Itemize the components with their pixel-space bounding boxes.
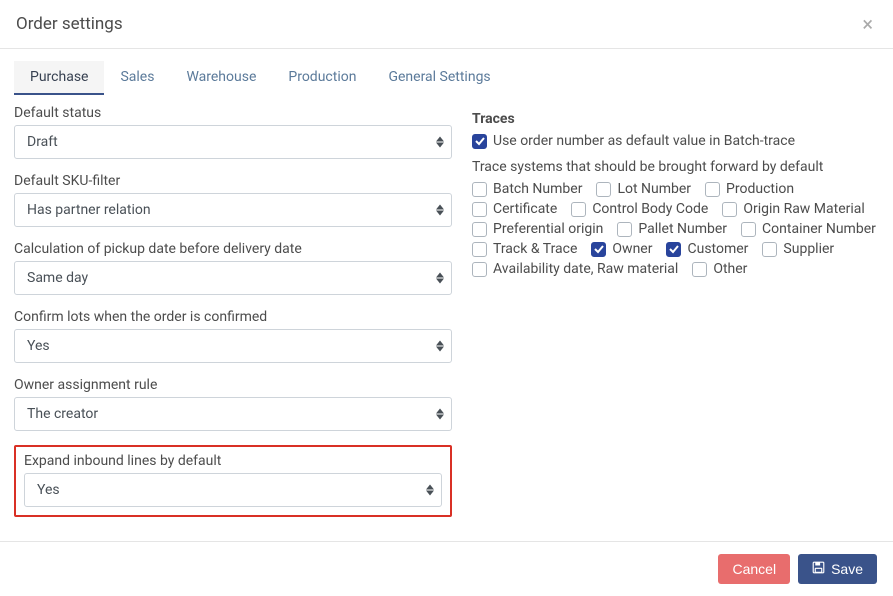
trace-system-label: Availability date, Raw material [493,261,678,277]
label-pickup-calc: Calculation of pickup date before delive… [14,241,452,257]
tab-label: General Settings [388,69,490,85]
trace-systems-grid: Batch Number Lot Number Production Certific… [472,181,879,277]
trace-system-item: Customer [666,241,748,257]
modal-header: Order settings × [0,0,893,49]
use-order-number-row: Use order number as default value in Bat… [472,133,879,149]
checkbox-trace-customer[interactable] [666,242,681,257]
checkbox-trace-supplier[interactable] [762,242,777,257]
select-owner-rule[interactable]: The creator [14,397,452,431]
checkbox-trace-certificate[interactable] [472,202,487,217]
trace-system-item: Container Number [741,221,876,237]
trace-system-label: Certificate [493,201,557,217]
field-owner-rule: Owner assignment rule The creator [14,377,452,431]
modal-title: Order settings [16,14,858,34]
select-confirm-lots[interactable]: Yes [14,329,452,363]
trace-system-label: Owner [612,241,652,257]
trace-system-label: Other [713,261,747,277]
tab-general-settings[interactable]: General Settings [372,61,506,95]
checkbox-trace-production[interactable] [705,182,720,197]
checkbox-trace-other[interactable] [692,262,707,277]
trace-system-item: Certificate [472,201,557,217]
left-column: Default status Draft Default SKU-filter … [14,105,452,517]
checkbox-trace-control-body-code[interactable] [571,202,586,217]
checkbox-trace-track-trace[interactable] [472,242,487,257]
save-icon [812,561,825,577]
tab-warehouse[interactable]: Warehouse [170,61,272,95]
label-expand-inbound: Expand inbound lines by default [24,453,442,469]
checkbox-trace-preferential-origin[interactable] [472,222,487,237]
label-owner-rule: Owner assignment rule [14,377,452,393]
select-expand-inbound[interactable]: Yes [24,473,442,507]
trace-system-item: Supplier [762,241,834,257]
trace-system-item: Preferential origin [472,221,603,237]
trace-system-label: Supplier [783,241,834,257]
field-confirm-lots: Confirm lots when the order is confirmed… [14,309,452,363]
tab-production[interactable]: Production [272,61,372,95]
trace-system-item: Lot Number [596,181,691,197]
cancel-button[interactable]: Cancel [718,554,790,584]
trace-system-label: Container Number [762,221,876,237]
trace-system-item: Other [692,261,747,277]
checkbox-trace-batch-number[interactable] [472,182,487,197]
tab-label: Sales [120,69,154,85]
field-expand-inbound-highlight: Expand inbound lines by default Yes [14,445,452,517]
label-confirm-lots: Confirm lots when the order is confirmed [14,309,452,325]
trace-system-item: Batch Number [472,181,582,197]
checkbox-trace-availability-date-raw-material[interactable] [472,262,487,277]
checkbox-trace-origin-raw-material[interactable] [722,202,737,217]
tab-label: Warehouse [186,69,256,85]
trace-system-label: Batch Number [493,181,582,197]
tab-purchase[interactable]: Purchase [14,61,104,95]
trace-system-label: Origin Raw Material [743,201,865,217]
field-expand-inbound: Expand inbound lines by default Yes [24,453,442,507]
trace-system-item: Availability date, Raw material [472,261,678,277]
trace-system-item: Origin Raw Material [722,201,865,217]
checkbox-trace-owner[interactable] [591,242,606,257]
trace-system-label: Production [726,181,794,197]
modal-body: Default status Draft Default SKU-filter … [0,95,893,541]
tab-label: Production [288,69,356,85]
trace-system-item: Track & Trace [472,241,577,257]
cancel-button-label: Cancel [732,561,776,577]
save-button-label: Save [831,561,863,577]
trace-system-label: Customer [687,241,748,257]
label-default-status: Default status [14,105,452,121]
select-default-status[interactable]: Draft [14,125,452,159]
trace-system-item: Production [705,181,794,197]
field-default-sku-filter: Default SKU-filter Has partner relation [14,173,452,227]
traces-heading: Traces [472,111,879,127]
select-pickup-calc[interactable]: Same day [14,261,452,295]
checkbox-trace-pallet-number[interactable] [617,222,632,237]
label-default-sku-filter: Default SKU-filter [14,173,452,189]
trace-system-label: Control Body Code [592,201,708,217]
trace-system-label: Pallet Number [638,221,727,237]
modal-footer: Cancel Save [0,541,893,596]
label-use-order-number: Use order number as default value in Bat… [493,133,795,149]
checkbox-trace-container-number[interactable] [741,222,756,237]
checkbox-use-order-number[interactable] [472,134,487,149]
trace-system-label: Track & Trace [493,241,577,257]
tab-sales[interactable]: Sales [104,61,170,95]
trace-forward-intro: Trace systems that should be brought for… [472,159,879,175]
trace-system-item: Owner [591,241,652,257]
field-pickup-calc: Calculation of pickup date before delive… [14,241,452,295]
select-default-sku-filter[interactable]: Has partner relation [14,193,452,227]
close-icon[interactable]: × [858,14,877,34]
save-button[interactable]: Save [798,554,877,584]
tab-label: Purchase [30,69,88,85]
trace-system-item: Pallet Number [617,221,727,237]
order-settings-modal: Order settings × PurchaseSalesWarehouseP… [0,0,893,596]
checkbox-trace-lot-number[interactable] [596,182,611,197]
field-default-status: Default status Draft [14,105,452,159]
trace-system-label: Preferential origin [493,221,603,237]
right-column: Traces Use order number as default value… [472,105,879,517]
tab-bar: Purchase Sales Warehouse Production General … [0,49,893,95]
trace-system-label: Lot Number [617,181,691,197]
trace-system-item: Control Body Code [571,201,708,217]
